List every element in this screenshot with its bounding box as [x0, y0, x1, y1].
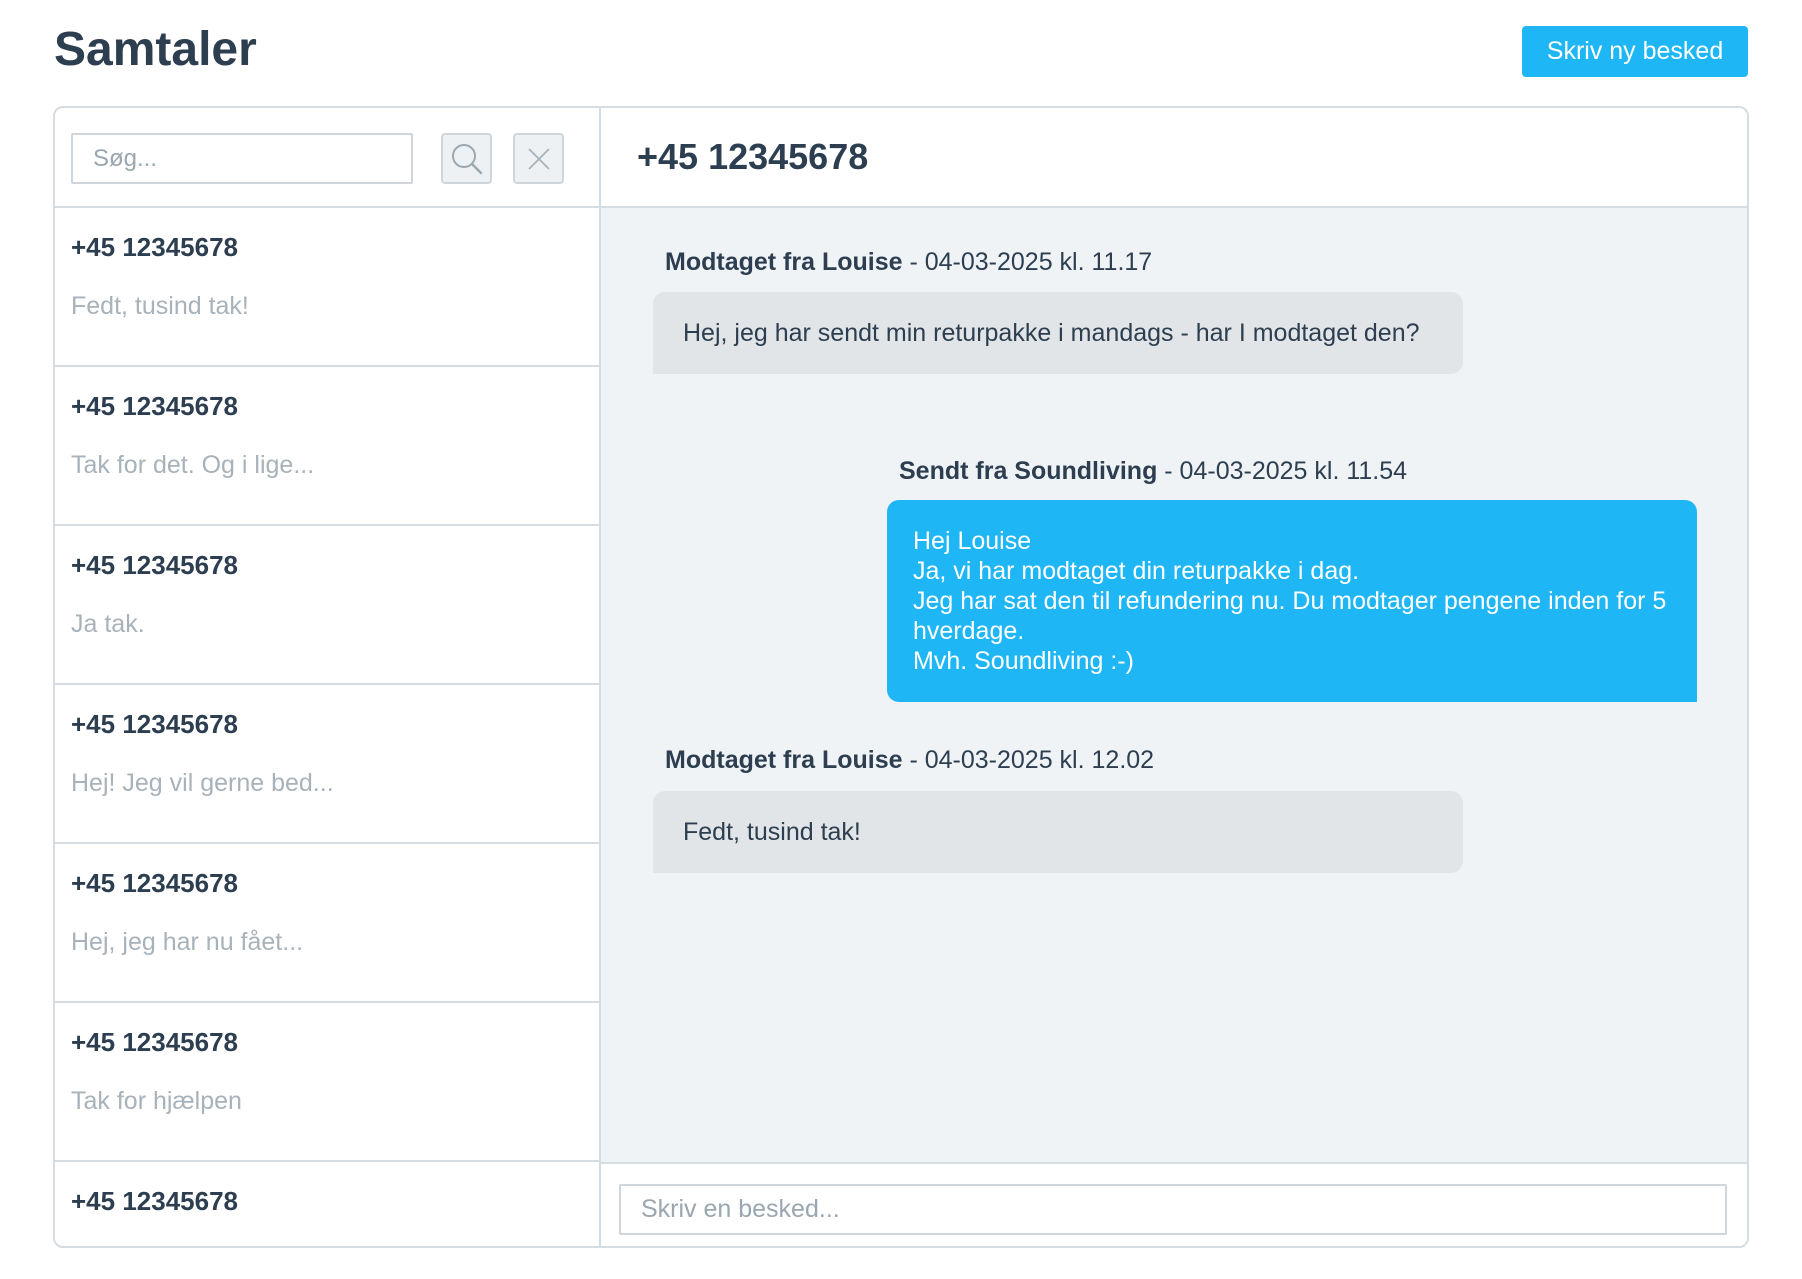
conversation-item[interactable]: +45 12345678 Tak for hjælpen	[55, 1003, 599, 1162]
conversation-number: +45 12345678	[71, 232, 239, 262]
conversation-preview: Tak for det. Og i lige...	[71, 451, 315, 479]
search-button[interactable]	[441, 133, 492, 184]
page-title: Samtaler	[54, 23, 257, 76]
conversation-number: +45 12345678	[71, 1186, 239, 1216]
new-message-button[interactable]: Skriv ny besked	[1522, 26, 1748, 77]
incoming-message: Hej, jeg har sendt min returpakke i mand…	[653, 292, 1463, 374]
message-meta: Modtaget fra Louise - 04-03-2025 kl. 11.…	[665, 248, 1152, 277]
conversation-list: +45 12345678 Fedt, tusind tak! +45 12345…	[55, 208, 599, 1246]
message-sender: Modtaget fra Louise	[665, 746, 903, 774]
conversation-item[interactable]: +45 12345678 Ja tak.	[55, 526, 599, 685]
conversation-number: +45 12345678	[71, 1027, 239, 1057]
conversation-item[interactable]: +45 12345678	[55, 1162, 599, 1246]
search-input[interactable]	[71, 133, 413, 184]
message-meta: Modtaget fra Louise - 04-03-2025 kl. 12.…	[665, 746, 1154, 775]
chat-title: +45 12345678	[637, 136, 869, 177]
message-timestamp: - 04-03-2025 kl. 11.17	[902, 248, 1153, 276]
message-composer	[601, 1164, 1747, 1246]
message-sender: Sendt fra Soundliving	[899, 457, 1158, 485]
search-bar	[55, 108, 599, 208]
conversation-item[interactable]: +45 12345678 Fedt, tusind tak!	[55, 208, 599, 367]
message-thread: Modtaget fra Louise - 04-03-2025 kl. 11.…	[601, 208, 1747, 1164]
message-timestamp: - 04-03-2025 kl. 12.02	[902, 746, 1155, 774]
conversations-panel: +45 12345678 Fedt, tusind tak! +45 12345…	[53, 106, 1749, 1248]
conversation-item[interactable]: +45 12345678 Hej, jeg har nu fået...	[55, 844, 599, 1003]
conversation-preview: Hej, jeg har nu fået...	[71, 928, 304, 956]
conversation-preview: Ja tak.	[71, 610, 145, 638]
conversation-preview: Hej! Jeg vil gerne bed...	[71, 769, 334, 797]
message-meta: Sendt fra Soundliving - 04-03-2025 kl. 1…	[899, 457, 1407, 486]
conversation-preview: Fedt, tusind tak!	[71, 292, 249, 320]
message-timestamp: - 04-03-2025 kl. 11.54	[1157, 457, 1408, 485]
conversation-number: +45 12345678	[71, 868, 239, 898]
outgoing-message: Hej Louise Ja, vi har modtaget din retur…	[887, 500, 1697, 702]
message-sender: Modtaget fra Louise	[665, 248, 903, 276]
conversation-sidebar: +45 12345678 Fedt, tusind tak! +45 12345…	[55, 108, 601, 1246]
incoming-message: Fedt, tusind tak!	[653, 791, 1463, 873]
conversation-number: +45 12345678	[71, 550, 239, 580]
chat-panel: +45 12345678 Modtaget fra Louise - 04-03…	[601, 108, 1747, 1246]
conversation-preview: Tak for hjælpen	[71, 1087, 242, 1115]
conversation-number: +45 12345678	[71, 709, 239, 739]
close-icon	[527, 147, 550, 170]
conversation-number: +45 12345678	[71, 391, 239, 421]
conversation-item[interactable]: +45 12345678 Hej! Jeg vil gerne bed...	[55, 685, 599, 844]
message-input[interactable]	[619, 1184, 1727, 1235]
conversation-item[interactable]: +45 12345678 Tak for det. Og i lige...	[55, 367, 599, 526]
search-icon	[451, 143, 482, 174]
clear-search-button[interactable]	[513, 133, 564, 184]
chat-header: +45 12345678	[601, 108, 1747, 208]
